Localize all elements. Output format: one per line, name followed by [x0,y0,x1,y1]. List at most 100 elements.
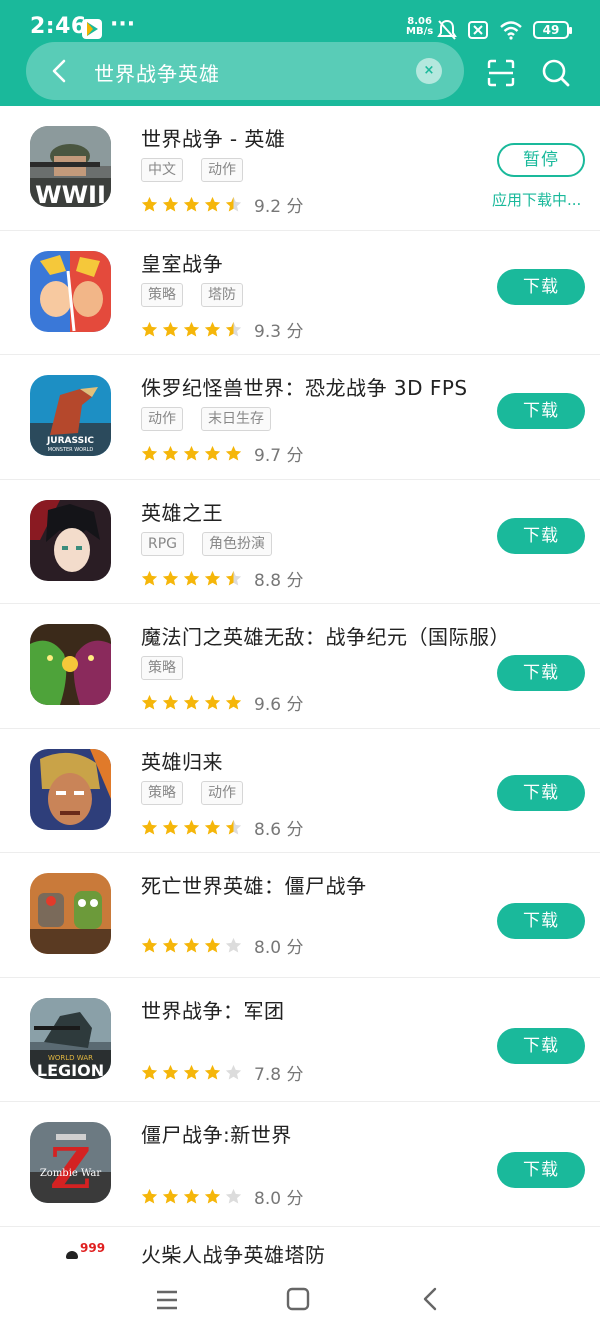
no-sim-icon [468,21,488,39]
list-item[interactable]: Z Zombie War 僵尸战争:新世界 8.0 分 下载 [0,1102,600,1227]
star-filled-icon [141,1064,158,1080]
star-filled-icon [141,570,158,586]
list-item[interactable]: 魔法门之英雄无敌：战争纪元（国际服） 策略 9.6 分 下载 [0,604,600,729]
app-name[interactable]: 世界战争 - 英雄 [141,123,285,152]
battery-indicator: 49 [533,21,572,39]
star-half-icon [225,819,242,835]
app-name[interactable]: 僵尸战争:新世界 [141,1119,292,1148]
app-name[interactable]: 魔法门之英雄无敌：战争纪元（国际服） [141,621,510,650]
download-button[interactable]: 下载 [497,655,585,691]
app-rating: 8.8 分 [141,566,303,591]
star-rating [141,937,242,954]
star-filled-icon [204,570,221,586]
star-filled-icon [162,196,179,212]
star-filled-icon [225,694,242,710]
app-tag: 动作 [201,158,243,182]
star-filled-icon [204,445,221,461]
soldier-icon[interactable]: WWII [30,126,111,207]
back-arrow-icon[interactable] [44,55,76,87]
app-name[interactable]: 英雄归来 [141,746,223,775]
star-half-icon [225,321,242,337]
list-item[interactable]: 英雄之王 RPG 角色扮演 8.8 分 下载 [0,480,600,604]
download-button[interactable]: 下载 [497,774,585,811]
star-filled-icon [183,819,200,835]
star-filled-icon [141,321,158,337]
star-filled-icon [204,321,221,337]
star-filled-icon [141,819,158,835]
anime-hero-icon[interactable] [30,499,111,581]
app-tag: 塔防 [201,282,243,307]
download-button[interactable]: 下载 [497,1152,585,1188]
list-item[interactable]: WORLD WAR LEGION 世界战争：军团 7.8 分 下载 [0,978,600,1102]
app-rating: 9.7 分 [141,441,303,466]
clear-search-button[interactable]: × [416,58,442,84]
app-score: 9.2 分 [254,197,304,217]
net-speed-unit: MB/s [406,26,434,37]
menu-icon[interactable] [154,1288,180,1312]
app-tag: 末日生存 [201,407,271,431]
download-button[interactable]: 下载 [497,903,585,939]
star-filled-icon [162,937,179,953]
star-rating [141,1188,242,1205]
level-badge: 999 [80,1240,106,1255]
star-rating [141,445,242,462]
star-empty-icon [225,937,242,953]
app-name[interactable]: 皇室战争 [141,248,223,277]
pause-button[interactable]: 暂停 [497,143,585,177]
zombie-war-icon[interactable]: Z Zombie War [30,1122,111,1203]
search-icon[interactable] [540,57,572,89]
star-rating [141,570,242,587]
list-item[interactable]: 英雄归来 策略 动作 8.6 分 下载 [0,729,600,853]
app-name[interactable]: 世界战争：军团 [141,995,285,1024]
status-icons: 49 [437,18,572,42]
app-header: 2:46 ··· 8.06 MB/s 49 世界战争英雄 × [0,0,600,106]
star-rating [141,1064,242,1081]
play-store-icon [82,19,102,39]
app-tags: 动作 末日生存 [141,407,271,431]
star-filled-icon [162,1188,179,1204]
search-input[interactable]: 世界战争英雄 [94,58,220,87]
home-icon[interactable] [286,1287,310,1311]
star-filled-icon [204,196,221,212]
app-name[interactable]: 侏罗纪怪兽世界：恐龙战争 3D FPS [141,372,468,401]
app-name[interactable]: 死亡世界英雄：僵尸战争 [141,870,367,899]
app-tags: 策略 塔防 [141,282,243,307]
download-button[interactable]: 下载 [497,393,585,429]
app-tags: RPG 角色扮演 [141,531,273,556]
search-bar[interactable]: 世界战争英雄 × [26,42,464,100]
star-filled-icon [183,1064,200,1080]
wifi-icon [500,21,522,40]
app-rating: 9.3 分 [141,317,303,342]
list-item[interactable]: 皇室战争 策略 塔防 9.3 分 下载 [0,231,600,355]
scan-icon[interactable] [486,58,516,88]
download-status-text: 应用下载中... [492,191,582,209]
star-filled-icon [225,445,242,461]
app-logo-text: MONSTER WORLD [48,447,94,453]
list-item[interactable]: 死亡世界英雄：僵尸战争 8.0 分 下载 [0,853,600,978]
zombie-icon[interactable] [30,873,111,954]
clash-royale-icon[interactable] [30,250,111,332]
star-filled-icon [162,1064,179,1080]
mute-bell-icon [437,19,457,40]
warrior-icon[interactable] [30,748,111,830]
star-filled-icon [141,1188,158,1204]
dinosaur-icon[interactable]: JURASSIC MONSTER WORLD [30,375,111,456]
app-tag: 策略 [141,780,183,805]
app-tag: RPG [141,531,185,556]
dragons-icon[interactable] [30,624,111,705]
download-button[interactable]: 下载 [497,268,585,305]
back-icon[interactable] [418,1286,442,1312]
download-button[interactable]: 下载 [497,1027,585,1064]
star-empty-icon [225,1064,242,1080]
status-time: 2:46 [30,14,87,39]
app-rating: 9.2 分 [141,192,303,217]
app-name[interactable]: 火柴人战争英雄塔防 [141,1239,326,1268]
list-item[interactable]: JURASSIC MONSTER WORLD 侏罗纪怪兽世界：恐龙战争 3D F… [0,355,600,480]
app-name[interactable]: 英雄之王 [141,497,223,526]
search-results-list: WWII 世界战争 - 英雄 中文 动作 9.2 分 暂停 应用下载中... 皇… [0,106,600,1287]
app-tags: 策略 [141,656,183,680]
list-item[interactable]: WWII 世界战争 - 英雄 中文 动作 9.2 分 暂停 应用下载中... [0,106,600,231]
legion-icon[interactable]: WORLD WAR LEGION [30,997,111,1079]
download-button[interactable]: 下载 [497,517,585,554]
app-score: 8.6 分 [254,819,304,840]
